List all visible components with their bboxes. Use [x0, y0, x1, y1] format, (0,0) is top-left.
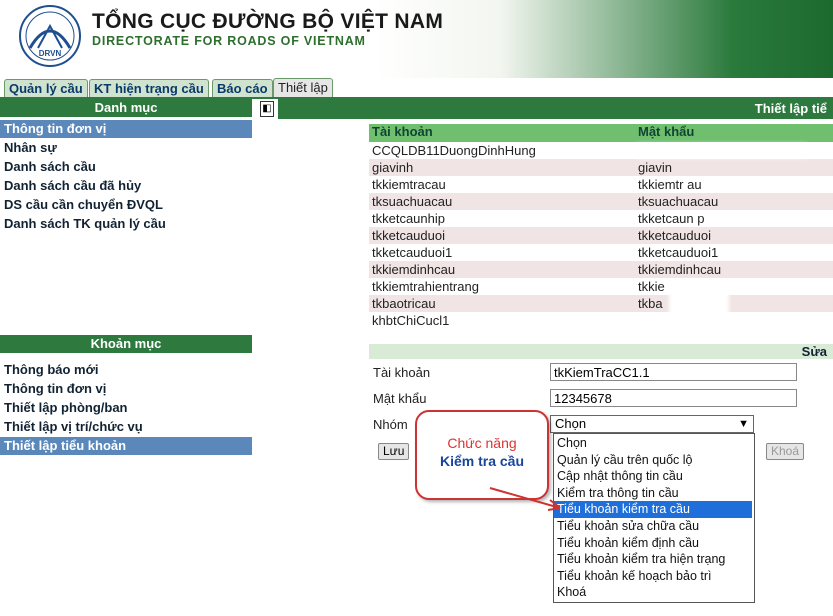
cell-account: tkketcauduoi	[372, 228, 445, 243]
group-select[interactable]: Chọn ▼	[550, 415, 754, 433]
table-row[interactable]: giavinh giavin	[369, 159, 833, 176]
callout-line2: Kiểm tra cầu	[439, 453, 525, 469]
cell-password: tkketcauduoi1	[638, 245, 719, 260]
password-input[interactable]: 12345678	[550, 389, 797, 407]
dropdown-option-highlighted[interactable]: Tiểu khoản kiểm tra cầu	[554, 501, 752, 518]
sidebar: Danh mục Thông tin đơn vị Nhân sự Danh s…	[0, 99, 252, 616]
table-row[interactable]: tkkiemtrahientrang tkkie	[369, 278, 833, 295]
content-title-bar: Thiết lập tiể	[278, 99, 833, 119]
main-tabs: Quản lý cầu KT hiện trạng cầu Báo cáo Th…	[0, 78, 833, 98]
cell-password: tkkie	[638, 279, 665, 294]
table-row[interactable]: tkketcauduoi tkketcauduoi	[369, 227, 833, 244]
sidebar-item-thong-tin-don-vi[interactable]: Thông tin đơn vị	[0, 120, 252, 138]
logo-text: DRVN	[39, 49, 62, 58]
collapse-sidebar-icon[interactable]: ◧	[260, 101, 274, 117]
sidebar-item-danh-sach-cau-da-huy[interactable]: Danh sách cầu đã hủy	[0, 177, 252, 195]
sidebar-section-danh-muc: Danh mục	[0, 99, 252, 117]
sidebar-item-thiet-lap-tieu-khoan[interactable]: Thiết lập tiểu khoản	[0, 437, 252, 455]
sidebar-item-thong-tin-don-vi-2[interactable]: Thông tin đơn vị	[0, 380, 252, 398]
sidebar-item-thiet-lap-vi-tri[interactable]: Thiết lập vị trí/chức vụ	[0, 418, 252, 436]
sidebar-item-nhan-su[interactable]: Nhân sự	[0, 139, 252, 157]
table-row[interactable]: khbtChiCucl1	[369, 312, 833, 329]
table-row[interactable]: tkkiemdinhcau tkkiemdinhcau	[369, 261, 833, 278]
table-row[interactable]: tkbaotricau tkba	[369, 295, 833, 312]
cell-password: tksuachuacau	[638, 194, 719, 209]
chevron-down-icon: ▼	[738, 418, 749, 430]
site-title: TỔNG CỤC ĐƯỜNG BỘ VIỆT NAM	[92, 10, 444, 33]
cell-account: giavinh	[372, 160, 414, 175]
sidebar-item-danh-sach-tk[interactable]: Danh sách TK quản lý cầu	[0, 215, 252, 233]
column-header-account: Tài khoản	[372, 124, 433, 139]
dropdown-option[interactable]: Tiểu khoản sửa chữa cầu	[554, 518, 752, 535]
save-button[interactable]: Lưu	[378, 443, 410, 460]
table-row[interactable]: tkkiemtracau tkkiemtr au	[369, 176, 833, 193]
site-header: DRVN TỔNG CỤC ĐƯỜNG BỘ VIỆT NAM DIRECTOR…	[0, 0, 833, 78]
cell-account: tkkiemtrahientrang	[372, 279, 479, 294]
tab-kt-hien-trang-cau[interactable]: KT hiện trạng cầu	[89, 79, 209, 98]
group-select-value: Chọn	[555, 416, 587, 431]
account-input[interactable]: tkKiemTraCC1.1	[550, 363, 797, 381]
password-label: Mật khẩu	[373, 391, 427, 406]
cell-account: tkbaotricau	[372, 296, 436, 311]
lock-button[interactable]: Khoá	[766, 443, 805, 460]
dropdown-option[interactable]: Cập nhật thông tin cầu	[554, 468, 752, 485]
account-label: Tài khoản	[373, 365, 431, 380]
sidebar-item-ds-cau-can-chuyen[interactable]: DS cầu cần chuyển ĐVQL	[0, 196, 252, 214]
cell-password: tkketcaun p	[638, 211, 705, 226]
dropdown-option[interactable]: Tiểu khoản kế hoạch bảo trì	[554, 568, 752, 585]
table-row[interactable]: tksuachuacau tksuachuacau	[369, 193, 833, 210]
cell-account: khbtChiCucl1	[372, 313, 450, 328]
drvn-logo-icon: DRVN	[19, 5, 81, 67]
group-dropdown-list: Chọn Quản lý cầu trên quốc lộ Cập nhật t…	[553, 433, 755, 603]
cell-account: tksuachuacau	[372, 194, 453, 209]
callout-line1: Chức năng	[447, 435, 517, 451]
cell-password: tkba	[638, 296, 663, 311]
dropdown-option[interactable]: Quản lý cầu trên quốc lộ	[554, 452, 752, 469]
dropdown-option[interactable]: Kiểm tra thông tin cầu	[554, 485, 752, 502]
edit-form-header: Sửa	[369, 344, 833, 359]
cell-account: CCQLDB11DuongDinhHung	[372, 143, 536, 158]
sidebar-item-thong-bao-moi[interactable]: Thông báo mới	[0, 361, 252, 379]
site-subtitle: DIRECTORATE FOR ROADS OF VIETNAM	[92, 34, 366, 48]
table-header: Tài khoản Mật khẩu	[369, 124, 833, 142]
cell-password: tkkiemtr au	[638, 177, 702, 192]
dropdown-option[interactable]: Tiểu khoản kiểm định cầu	[554, 535, 752, 552]
column-header-password: Mật khẩu	[638, 124, 695, 139]
redaction-mark	[637, 144, 807, 158]
cell-account: tkkiemdinhcau	[372, 262, 456, 277]
sidebar-section-khoan-muc: Khoản mục	[0, 335, 252, 353]
tab-thiet-lap[interactable]: Thiết lập	[273, 78, 333, 98]
redaction-mark	[669, 280, 729, 328]
dropdown-option[interactable]: Chọn	[554, 435, 752, 452]
tab-quan-ly-cau[interactable]: Quản lý cầu	[4, 79, 88, 98]
sidebar-item-thiet-lap-phong-ban[interactable]: Thiết lập phòng/ban	[0, 399, 252, 417]
sidebar-item-danh-sach-cau[interactable]: Danh sách cầu	[0, 158, 252, 176]
cell-account: tkkiemtracau	[372, 177, 446, 192]
dropdown-option[interactable]: Khoá	[554, 584, 752, 601]
cell-password: tkkiemdinhcau	[638, 262, 722, 277]
group-label: Nhóm	[373, 417, 408, 432]
table-row[interactable]: tkketcaunhip tkketcaun p	[369, 210, 833, 227]
cell-account: tkketcauduoi1	[372, 245, 453, 260]
tab-bao-cao[interactable]: Báo cáo	[212, 79, 273, 98]
cell-account: tkketcaunhip	[372, 211, 445, 226]
dropdown-option[interactable]: Tiểu khoản kiểm tra hiện trạng	[554, 551, 752, 568]
cell-password: giavin	[638, 160, 672, 175]
cell-password: tkketcauduoi	[638, 228, 711, 243]
callout-arrow-icon	[489, 487, 561, 511]
table-row[interactable]: tkketcauduoi1 tkketcauduoi1	[369, 244, 833, 261]
